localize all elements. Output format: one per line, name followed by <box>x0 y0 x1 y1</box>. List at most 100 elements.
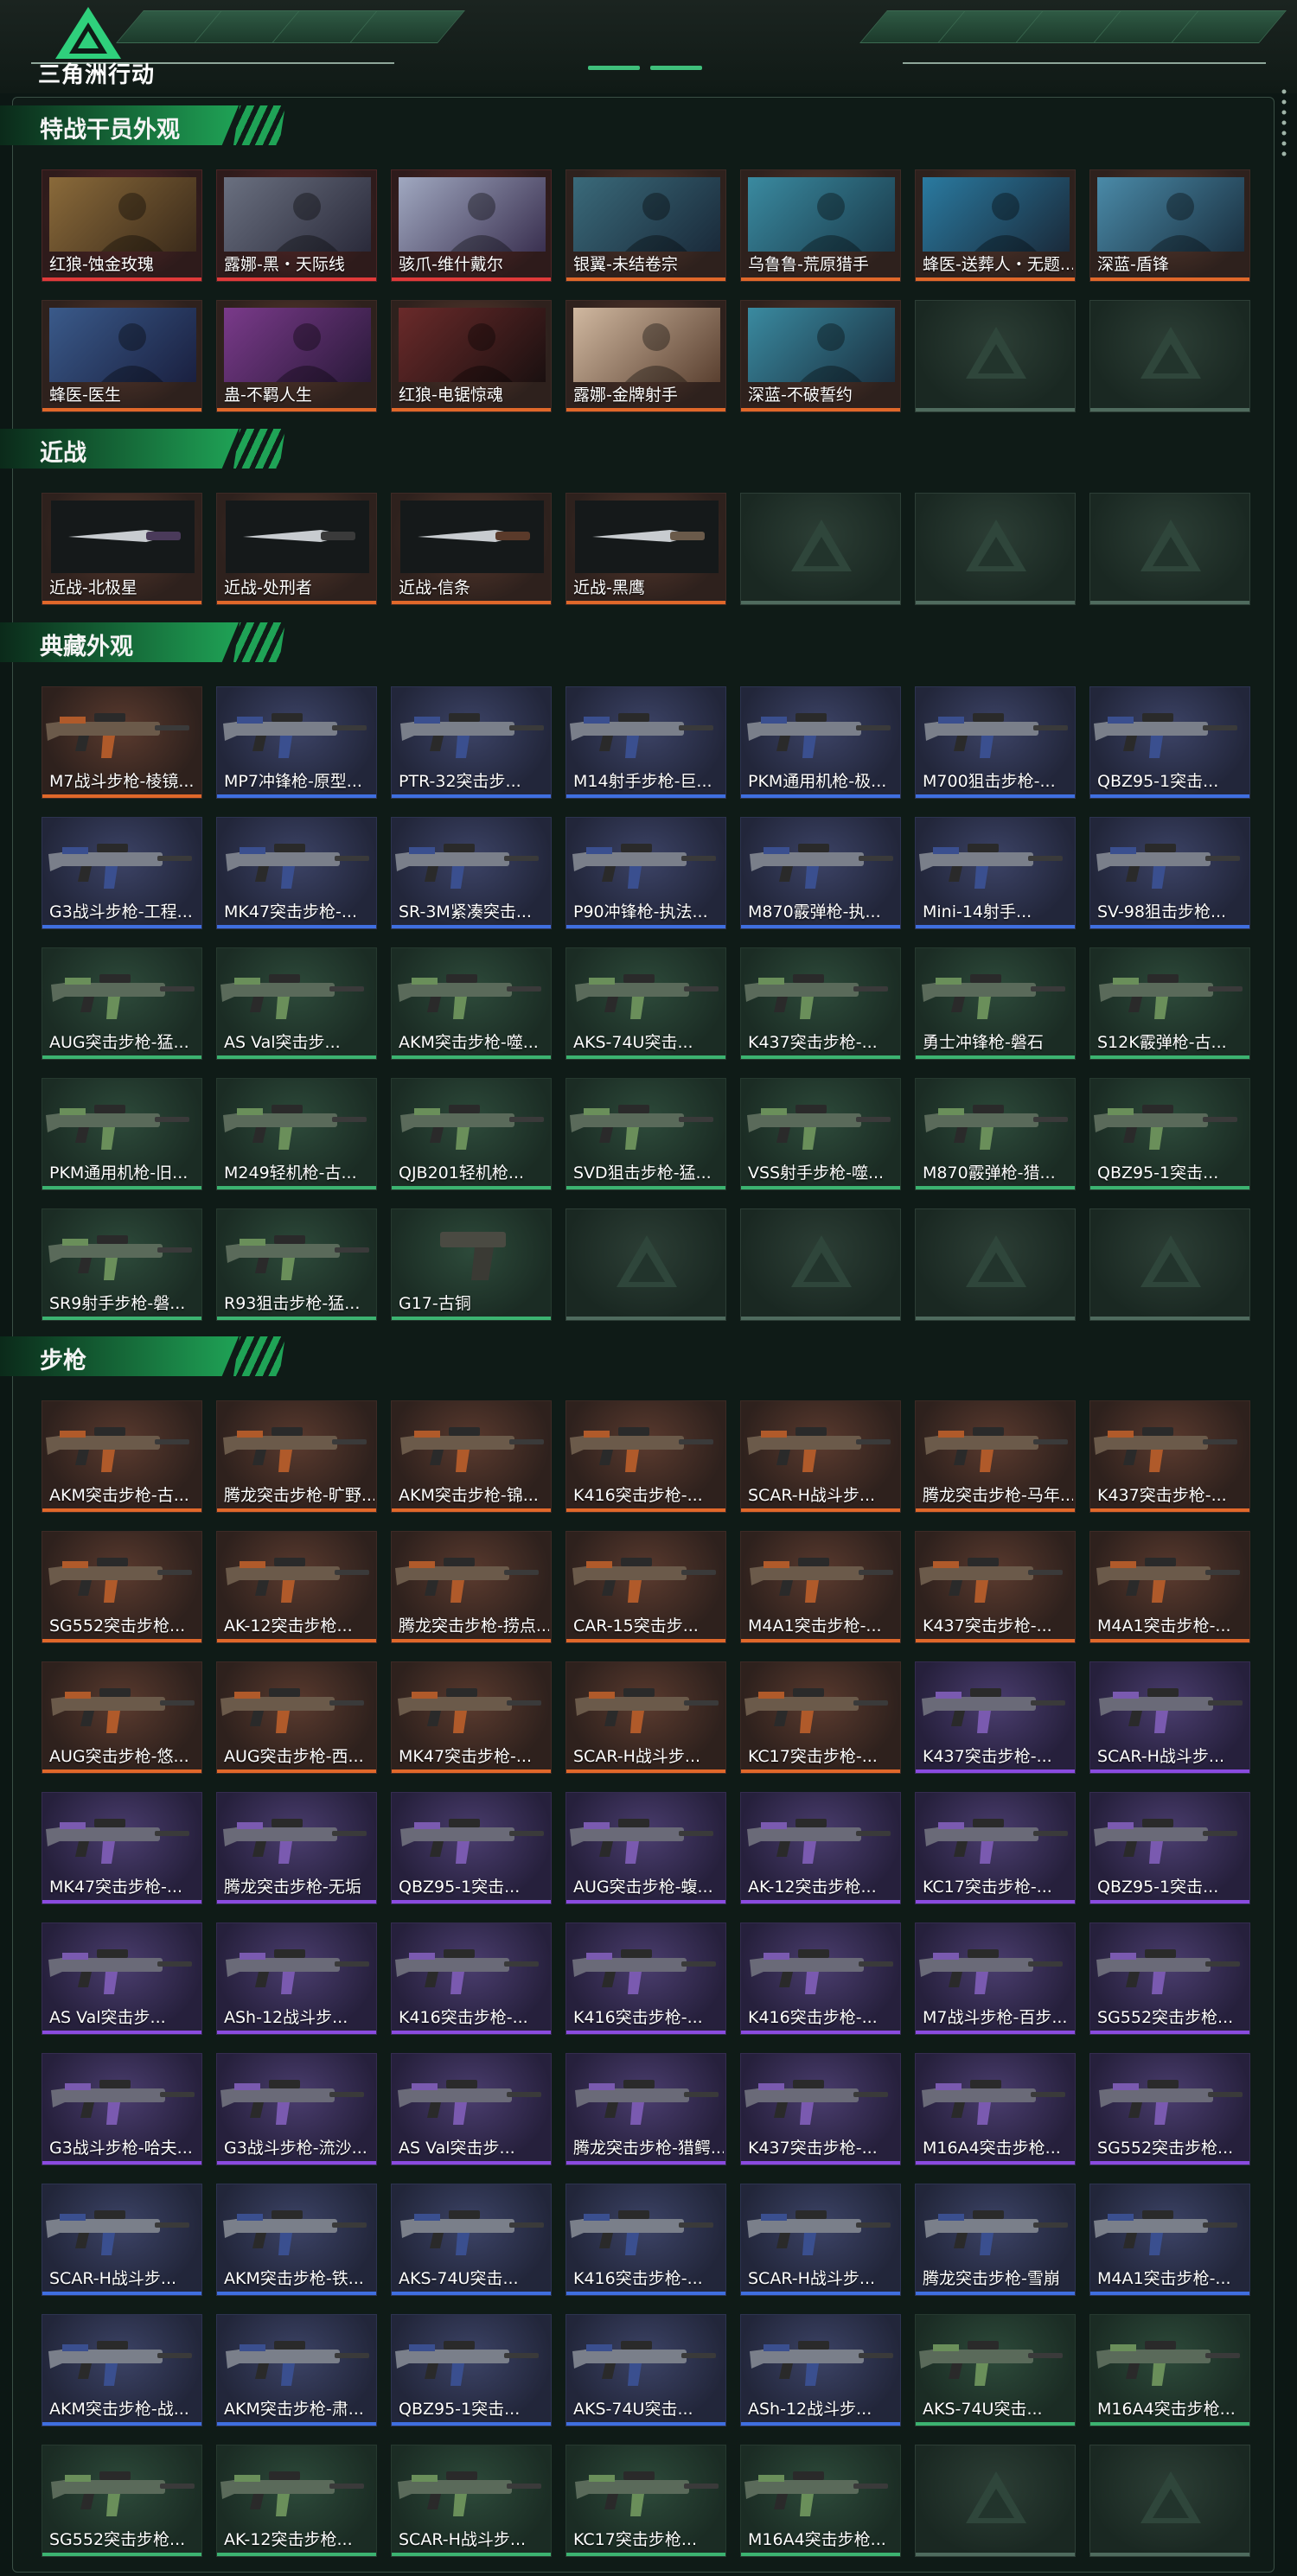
skin-card[interactable]: SCAR-H战斗步... <box>391 2445 552 2557</box>
skin-card[interactable]: AK-12突击步枪... <box>216 2445 377 2557</box>
skin-card[interactable]: M870霰弹枪-执... <box>740 817 901 929</box>
skin-card[interactable]: M4A1突击步枪-... <box>740 1531 901 1643</box>
skin-card[interactable]: 腾龙突击步枪-旷野... <box>216 1400 377 1513</box>
skin-card[interactable]: 腾龙突击步枪-无垢 <box>216 1792 377 1904</box>
skin-card[interactable]: P90冲锋枪-执法... <box>565 817 726 929</box>
skin-card[interactable]: CAR-15突击步... <box>565 1531 726 1643</box>
skin-card[interactable]: R93狙击步枪-猛... <box>216 1208 377 1321</box>
skin-card[interactable]: K437突击步枪-... <box>915 1661 1076 1774</box>
skin-card[interactable]: PKM通用机枪-极... <box>740 686 901 799</box>
skin-card[interactable]: Mini-14射手... <box>915 817 1076 929</box>
skin-card[interactable]: M16A4突击步枪... <box>1089 2314 1250 2426</box>
skin-card[interactable]: 蜂医-送葬人・无题... <box>915 169 1076 282</box>
skin-card[interactable]: M4A1突击步枪-... <box>1089 1531 1250 1643</box>
skin-card[interactable]: 蛊-不羁人生 <box>216 300 377 412</box>
skin-card[interactable]: AUG突击步枪-西... <box>216 1661 377 1774</box>
skin-card[interactable]: KC17突击步枪-... <box>915 1792 1076 1904</box>
skin-card[interactable]: 近战-信条 <box>391 493 552 605</box>
skin-card[interactable]: SR-3M紧凑突击... <box>391 817 552 929</box>
skin-card[interactable]: QBZ95-1突击... <box>391 2314 552 2426</box>
skin-card[interactable]: 乌鲁鲁-荒原猎手 <box>740 169 901 282</box>
skin-card[interactable]: 勇士冲锋枪-磐石 <box>915 947 1076 1060</box>
skin-card[interactable]: K416突击步枪-... <box>565 1400 726 1513</box>
skin-card[interactable]: 近战-黑鹰 <box>565 493 726 605</box>
skin-card[interactable]: K416突击步枪-... <box>565 1922 726 2035</box>
skin-card[interactable]: SCAR-H战斗步... <box>740 1400 901 1513</box>
skin-card[interactable]: K437突击步枪-... <box>740 947 901 1060</box>
skin-card[interactable]: 露娜-黑・天际线 <box>216 169 377 282</box>
skin-card[interactable]: ASh-12战斗步... <box>740 2314 901 2426</box>
skin-card[interactable]: AS Val突击步... <box>42 1922 202 2035</box>
skin-card[interactable]: M16A4突击步枪... <box>740 2445 901 2557</box>
skin-card[interactable]: AUG突击步枪-猛... <box>42 947 202 1060</box>
skin-card[interactable]: QBZ95-1突击... <box>391 1792 552 1904</box>
skin-card[interactable]: QBZ95-1突击... <box>1089 686 1250 799</box>
skin-card[interactable]: 银翼-未结卷宗 <box>565 169 726 282</box>
skin-card[interactable]: S12K霰弹枪-古... <box>1089 947 1250 1060</box>
skin-card[interactable]: AK-12突击步枪... <box>216 1531 377 1643</box>
skin-card[interactable]: G17-古铜 <box>391 1208 552 1321</box>
skin-card[interactable]: SV-98狙击步枪... <box>1089 817 1250 929</box>
skin-card[interactable]: 腾龙突击步枪-马年... <box>915 1400 1076 1513</box>
skin-card[interactable]: QBZ95-1突击... <box>1089 1792 1250 1904</box>
skin-card[interactable]: M700狙击步枪-... <box>915 686 1076 799</box>
skin-card[interactable]: AKM突击步枪-铁... <box>216 2184 377 2296</box>
skin-card[interactable]: PKM通用机枪-旧... <box>42 1078 202 1190</box>
skin-card[interactable]: 深蓝-不破誓约 <box>740 300 901 412</box>
skin-card[interactable]: MK47突击步枪-... <box>42 1792 202 1904</box>
skin-card[interactable]: SR9射手步枪-磐... <box>42 1208 202 1321</box>
skin-card[interactable]: 腾龙突击步枪-猎鳄... <box>565 2053 726 2165</box>
skin-card[interactable]: M870霰弹枪-猎... <box>915 1078 1076 1190</box>
skin-card[interactable]: QBZ95-1突击... <box>1089 1078 1250 1190</box>
skin-card[interactable]: VSS射手步枪-噬... <box>740 1078 901 1190</box>
skin-card[interactable]: K437突击步枪-... <box>740 2053 901 2165</box>
skin-card[interactable]: 深蓝-盾锋 <box>1089 169 1250 282</box>
skin-card[interactable]: SCAR-H战斗步... <box>740 2184 901 2296</box>
skin-card[interactable]: M4A1突击步枪-... <box>1089 2184 1250 2296</box>
skin-card[interactable]: 红狼-电锯惊魂 <box>391 300 552 412</box>
skin-card[interactable]: AKM突击步枪-战... <box>42 2314 202 2426</box>
skin-card[interactable]: 露娜-金牌射手 <box>565 300 726 412</box>
skin-card[interactable]: 红狼-蚀金玫瑰 <box>42 169 202 282</box>
skin-card[interactable]: MK47突击步枪-... <box>391 1661 552 1774</box>
skin-card[interactable]: QJB201轻机枪... <box>391 1078 552 1190</box>
skin-card[interactable]: SCAR-H战斗步... <box>1089 1661 1250 1774</box>
skin-card[interactable]: 近战-北极星 <box>42 493 202 605</box>
skin-card[interactable]: K416突击步枪-... <box>565 2184 726 2296</box>
skin-card[interactable]: 腾龙突击步枪-捞点... <box>391 1531 552 1643</box>
skin-card[interactable]: K416突击步枪-... <box>740 1922 901 2035</box>
skin-card[interactable]: AKS-74U突击... <box>915 2314 1076 2426</box>
skin-card[interactable]: AUG突击步枪-蝮... <box>565 1792 726 1904</box>
skin-card[interactable]: G3战斗步枪-流沙... <box>216 2053 377 2165</box>
skin-card[interactable]: K416突击步枪-... <box>391 1922 552 2035</box>
skin-card[interactable]: AK-12突击步枪... <box>740 1792 901 1904</box>
skin-card[interactable]: 近战-处刑者 <box>216 493 377 605</box>
skin-card[interactable]: MP7冲锋枪-原型... <box>216 686 377 799</box>
skin-card[interactable]: M14射手步枪-巨... <box>565 686 726 799</box>
skin-card[interactable]: SG552突击步枪... <box>42 1531 202 1643</box>
skin-card[interactable]: AKS-74U突击... <box>565 947 726 1060</box>
skin-card[interactable]: G3战斗步枪-工程... <box>42 817 202 929</box>
skin-card[interactable]: AKM突击步枪-锦... <box>391 1400 552 1513</box>
skin-card[interactable]: AUG突击步枪-悠... <box>42 1661 202 1774</box>
skin-card[interactable]: AKS-74U突击... <box>565 2314 726 2426</box>
skin-card[interactable]: M16A4突击步枪... <box>915 2053 1076 2165</box>
skin-card[interactable]: AKM突击步枪-肃... <box>216 2314 377 2426</box>
skin-card[interactable]: 骇爪-维什戴尔 <box>391 169 552 282</box>
skin-card[interactable]: AKM突击步枪-噬... <box>391 947 552 1060</box>
skin-card[interactable]: KC17突击步枪-... <box>740 1661 901 1774</box>
skin-card[interactable]: KC17突击步枪... <box>565 2445 726 2557</box>
skin-card[interactable]: M7战斗步枪-百步... <box>915 1922 1076 2035</box>
skin-card[interactable]: M7战斗步枪-棱镜... <box>42 686 202 799</box>
skin-card[interactable]: SCAR-H战斗步... <box>42 2184 202 2296</box>
skin-card[interactable]: K437突击步枪-... <box>915 1531 1076 1643</box>
skin-card[interactable]: SG552突击步枪... <box>1089 1922 1250 2035</box>
skin-card[interactable]: 蜂医-医生 <box>42 300 202 412</box>
skin-card[interactable]: SCAR-H战斗步... <box>565 1661 726 1774</box>
skin-card[interactable]: AS Val突击步... <box>391 2053 552 2165</box>
skin-card[interactable]: SG552突击步枪... <box>42 2445 202 2557</box>
skin-card[interactable]: K437突击步枪-... <box>1089 1400 1250 1513</box>
skin-card[interactable]: AKM突击步枪-古... <box>42 1400 202 1513</box>
skin-card[interactable]: G3战斗步枪-哈夫... <box>42 2053 202 2165</box>
skin-card[interactable]: AS Val突击步... <box>216 947 377 1060</box>
